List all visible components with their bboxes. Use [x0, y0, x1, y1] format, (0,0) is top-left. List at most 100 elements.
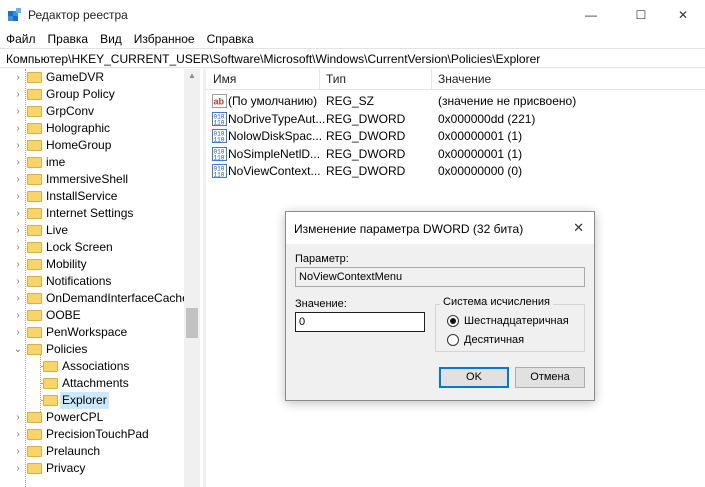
tree-item-label[interactable]: Attachments: [62, 375, 129, 392]
collapsed-chevron-icon[interactable]: ›: [13, 290, 23, 307]
collapsed-chevron-icon[interactable]: ›: [13, 103, 23, 120]
collapsed-chevron-icon[interactable]: ›: [13, 154, 23, 171]
tree-item-label[interactable]: Associations: [62, 358, 129, 375]
collapsed-chevron-icon[interactable]: ›: [13, 443, 23, 460]
menu-favorites[interactable]: Избранное: [128, 30, 201, 48]
column-divider[interactable]: [319, 69, 320, 90]
maximize-button[interactable]: ☐: [618, 0, 664, 30]
tree-item-label[interactable]: Lock Screen: [46, 239, 113, 256]
tree-item[interactable]: › GameDVR: [0, 69, 184, 86]
value-input[interactable]: 0: [295, 312, 425, 332]
tree-item-label[interactable]: Privacy: [46, 460, 85, 477]
tree-item-label[interactable]: PrecisionTouchPad: [46, 426, 149, 443]
collapsed-chevron-icon[interactable]: ›: [13, 86, 23, 103]
tree-item[interactable]: › Holographic: [0, 120, 184, 137]
expanded-chevron-icon[interactable]: ⌄: [13, 341, 23, 358]
scroll-up-icon[interactable]: ▲: [184, 69, 200, 83]
tree-item-label[interactable]: HomeGroup: [46, 137, 111, 154]
tree-item-label[interactable]: Holographic: [46, 120, 110, 137]
dialog-close-icon[interactable]: ✕: [573, 220, 584, 236]
tree-item[interactable]: Attachments: [0, 375, 184, 392]
column-name[interactable]: Имя: [213, 72, 236, 86]
menu-view[interactable]: Вид: [94, 30, 128, 48]
tree-item[interactable]: › Privacy: [0, 460, 184, 477]
collapsed-chevron-icon[interactable]: ›: [13, 239, 23, 256]
radio-hex-label[interactable]: Шестнадцатеричная: [464, 315, 569, 327]
collapsed-chevron-icon[interactable]: ›: [13, 222, 23, 239]
tree-item[interactable]: › HomeGroup: [0, 137, 184, 154]
tree-item[interactable]: › Group Policy: [0, 86, 184, 103]
tree-item-label[interactable]: PenWorkspace: [46, 324, 127, 341]
tree-item-label[interactable]: Internet Settings: [46, 205, 133, 222]
tree-item[interactable]: › PowerCPL: [0, 409, 184, 426]
tree-item[interactable]: › Live: [0, 222, 184, 239]
value-row[interactable]: 010 110 NolowDiskSpac... REG_DWORD 0x0000000…: [206, 128, 705, 145]
tree-item[interactable]: › Notifications: [0, 273, 184, 290]
tree-item-label[interactable]: Policies: [46, 341, 87, 358]
collapsed-chevron-icon[interactable]: ›: [13, 205, 23, 222]
tree-item-label[interactable]: ImmersiveShell: [46, 171, 128, 188]
tree-item[interactable]: ⌄ Policies: [0, 341, 184, 358]
collapsed-chevron-icon[interactable]: ›: [13, 460, 23, 477]
tree-item-label[interactable]: ime: [46, 154, 65, 171]
tree-item[interactable]: Associations: [0, 358, 184, 375]
cancel-button[interactable]: Отмена: [515, 367, 585, 388]
scroll-thumb[interactable]: [186, 308, 198, 338]
column-value[interactable]: Значение: [438, 72, 491, 86]
tree-item-label[interactable]: Group Policy: [46, 86, 115, 103]
value-row[interactable]: 010 110 NoSimpleNetlD... REG_DWORD 0x0000000…: [206, 146, 705, 163]
tree-item[interactable]: › Internet Settings: [0, 205, 184, 222]
tree-item[interactable]: Explorer: [0, 392, 184, 409]
tree-item-label[interactable]: PowerCPL: [46, 409, 103, 426]
tree-item[interactable]: › Mobility: [0, 256, 184, 273]
value-row[interactable]: 010 110 NoDriveTypeAut... REG_DWORD 0x000000…: [206, 111, 705, 128]
close-button[interactable]: ✕: [660, 0, 705, 30]
tree-item[interactable]: › InstallService: [0, 188, 184, 205]
tree-item[interactable]: › Lock Screen: [0, 239, 184, 256]
menu-help[interactable]: Справка: [201, 30, 260, 48]
tree-item[interactable]: › ImmersiveShell: [0, 171, 184, 188]
tree-item[interactable]: › Prelaunch: [0, 443, 184, 460]
collapsed-chevron-icon[interactable]: ›: [13, 137, 23, 154]
tree-item-label[interactable]: Mobility: [46, 256, 87, 273]
address-bar[interactable]: Компьютер\HKEY_CURRENT_USER\Software\Mic…: [0, 48, 705, 68]
tree-item-label[interactable]: GameDVR: [46, 69, 104, 86]
tree-item[interactable]: › GrpConv: [0, 103, 184, 120]
tree-item[interactable]: › OnDemandInterfaceCache: [0, 290, 188, 307]
minimize-button[interactable]: —: [568, 0, 614, 30]
collapsed-chevron-icon[interactable]: ›: [13, 188, 23, 205]
tree-item[interactable]: › ime: [0, 154, 184, 171]
menu-file[interactable]: Файл: [0, 30, 42, 48]
collapsed-chevron-icon[interactable]: ›: [13, 409, 23, 426]
radio-dec[interactable]: [447, 334, 459, 346]
collapsed-chevron-icon[interactable]: ›: [13, 120, 23, 137]
value-row[interactable]: 010 110 NoViewContext... REG_DWORD 0x0000000…: [206, 163, 705, 180]
column-divider[interactable]: [431, 69, 432, 90]
column-type[interactable]: Тип: [326, 72, 346, 86]
tree-scrollbar[interactable]: ▲: [184, 69, 200, 487]
collapsed-chevron-icon[interactable]: ›: [13, 307, 23, 324]
tree-item[interactable]: › OOBE: [0, 307, 184, 324]
tree-item[interactable]: › PenWorkspace: [0, 324, 184, 341]
tree-item-label[interactable]: Notifications: [46, 273, 111, 290]
collapsed-chevron-icon[interactable]: ›: [13, 171, 23, 188]
collapsed-chevron-icon[interactable]: ›: [13, 256, 23, 273]
collapsed-chevron-icon[interactable]: ›: [13, 324, 23, 341]
address-path[interactable]: Компьютер\HKEY_CURRENT_USER\Software\Mic…: [6, 52, 540, 66]
value-row[interactable]: ab (По умолчанию) REG_SZ (значение не присв…: [206, 93, 705, 110]
tree-item-label[interactable]: Prelaunch: [46, 443, 100, 460]
collapsed-chevron-icon[interactable]: ›: [13, 426, 23, 443]
menu-edit[interactable]: Правка: [42, 30, 95, 48]
tree-item-label[interactable]: Live: [46, 222, 68, 239]
tree-item-label[interactable]: OOBE: [46, 307, 81, 324]
tree-item[interactable]: › PrecisionTouchPad: [0, 426, 184, 443]
tree-item-label[interactable]: OnDemandInterfaceCache: [46, 290, 189, 307]
tree-item-label[interactable]: InstallService: [46, 188, 117, 205]
collapsed-chevron-icon[interactable]: ›: [13, 273, 23, 290]
ok-button[interactable]: OK: [439, 367, 509, 388]
tree-item-label[interactable]: GrpConv: [46, 103, 94, 120]
collapsed-chevron-icon[interactable]: ›: [13, 69, 23, 86]
tree-item-label[interactable]: Explorer: [60, 392, 109, 409]
radio-hex[interactable]: [447, 315, 459, 327]
radio-dec-label[interactable]: Десятичная: [464, 334, 524, 346]
